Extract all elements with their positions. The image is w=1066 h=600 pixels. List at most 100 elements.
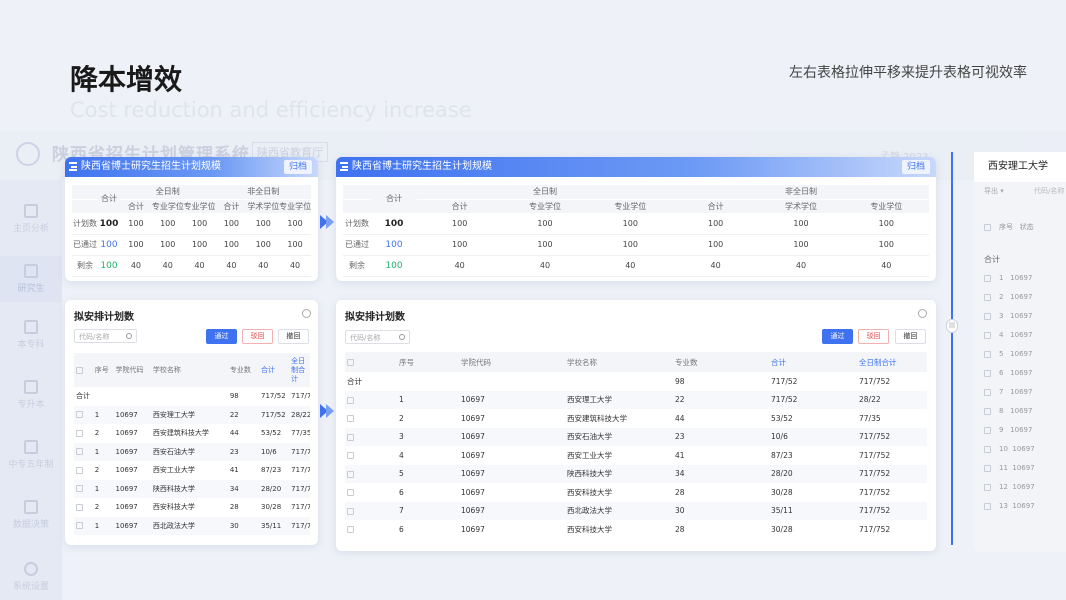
settings-icon[interactable] [918,309,927,318]
search-icon [399,334,405,340]
table-row[interactable]: 2 10697 西安建筑科技大学 44 53/52 77/35 [345,409,927,428]
row-checkbox[interactable] [347,415,354,423]
archive-tag[interactable]: 归档 [283,160,312,174]
search-input[interactable]: 代码/名称 [345,330,410,344]
row-checkbox[interactable] [76,466,83,474]
list-item[interactable]: 10 10697 [984,445,1066,453]
list-item[interactable]: 13 10697 [984,502,1066,510]
row-checkbox[interactable] [347,526,354,534]
table-row: 计划数 100 100 100 100 100 100 100 [72,213,311,235]
table-row[interactable]: 110697陕西科技大学3428/20717/752 [74,479,310,498]
bg-nav-upgrade: 专升本 [0,380,62,410]
row-checkbox[interactable] [347,507,354,515]
list-item[interactable]: 8 10697 [984,407,1066,415]
list-item[interactable]: 12 10697 [984,483,1066,491]
list-item[interactable]: 2 10697 [984,293,1066,301]
list-item[interactable]: 1 10697 [984,274,1066,282]
detail-header-row: 序号 状态 [984,222,1066,232]
slide-note: 左右表格拉伸平移来提升表格可视效率 [789,65,1027,81]
chevron-down-icon: ▾ [1000,187,1004,195]
reject-button[interactable]: 驳回 [242,329,273,344]
arrange-title: 拟安排计划数 [74,312,134,323]
table-row[interactable]: 6 10697 西安科技大学 28 30/28 717/752 [345,483,927,502]
row-checkbox[interactable] [76,448,83,456]
row-checkbox[interactable] [76,485,83,493]
select-all-checkbox[interactable] [76,366,83,374]
table-row[interactable]: 1 10697 西安理工大学 22 717/52 28/22 [74,405,310,424]
arrow-right-icon [326,215,334,229]
list-item[interactable]: 9 10697 [984,426,1066,434]
archive-tag[interactable]: 归档 [901,160,930,174]
detail-sum: 合计 [984,255,1000,264]
slide-subtitle: Cost reduction and efficiency increase [70,98,472,122]
table-row[interactable]: 110697西北政法大学3035/11717/752 [74,516,310,535]
menu-icon [340,162,348,171]
row-checkbox[interactable] [347,433,354,441]
bg-home-icon [24,204,38,218]
table-row[interactable]: 210697西安科技大学2830/28717/752 [74,498,310,517]
row-checkbox[interactable] [347,489,354,497]
reject-button[interactable]: 驳回 [858,329,889,344]
search-input[interactable]: 代码/名称 [74,329,137,343]
plan-scale-table-small: 合计 全日制 非全日制 合计 专业学位 专业学位 合计 学术学位 专业学位 计划数 100 100… [72,185,311,277]
detail-search-input[interactable]: 代码/名称 [1034,186,1066,196]
sum-row: 合计98717/52717/752 [74,387,310,406]
search-icon [126,333,132,339]
table-row: 剩余 100 40 40 40 40 40 40 [343,255,929,277]
detail-panel: 西安理工大学 导出 ▾ 代码/名称 序号 状态 合计 1 10697 2 106… [974,152,1066,552]
row-checkbox[interactable] [347,396,354,404]
list-item[interactable]: 11 10697 [984,464,1066,472]
table-row[interactable]: 5 10697 陕西科技大学 34 28/20 717/752 [345,464,927,483]
approve-button[interactable]: 通过 [822,329,853,344]
bg-logo-icon [16,142,40,166]
row-checkbox[interactable] [347,470,354,478]
table-row[interactable]: 3 10697 西安石油大学 23 10/6 717/752 [345,427,927,446]
bg-sidebar [0,180,62,600]
row-checkbox[interactable] [76,522,83,530]
list-item[interactable]: 7 10697 [984,388,1066,396]
list-item[interactable]: 4 10697 [984,331,1066,339]
arrange-card-large: 拟安排计划数 代码/名称 通过 驳回 撤回 序号 学院代码 学校名称 专业数 合计 全日制… [336,300,936,551]
bg-nav-decision: 数据决策 [0,500,62,530]
table-row: 已通过 100 100 100 100 100 100 100 [343,234,929,256]
table-row[interactable]: 110697西安石油大学2310/6717/752 [74,442,310,461]
bg-nav-undergrad: 本专科 [0,320,62,350]
bg-nav-secondary: 中专五年制 [0,440,62,470]
table-row: 已通过 100 100 100 100 100 100 100 [72,234,311,256]
plan-scale-title: 陕西省博士研究生招生计划规模 [352,161,492,172]
bg-settings-icon [24,562,38,576]
revoke-button[interactable]: 撤回 [895,329,926,344]
revoke-button[interactable]: 撤回 [278,329,309,344]
table-row[interactable]: 4 10697 西安工业大学 41 87/23 717/752 [345,446,927,465]
row-checkbox[interactable] [76,429,83,437]
arrange-card-small: 拟安排计划数 代码/名称 通过 驳回 撤回 序号 学院代码 学校名称 专业数 合计 全日制… [65,300,318,545]
row-checkbox[interactable] [76,411,83,419]
list-item[interactable]: 5 10697 [984,350,1066,358]
detail-title: 西安理工大学 [974,152,1066,182]
plan-scale-header: 陕西省博士研究生招生计划规模 归档 [336,157,936,177]
plan-scale-header: 陕西省博士研究生招生计划规模 归档 [65,157,318,177]
table-row[interactable]: 6 10697 西安科技大学 28 30/28 717/752 [345,520,927,539]
list-item[interactable]: 6 10697 [984,369,1066,377]
bg-chart-icon [24,500,38,514]
bg-undergrad-icon [24,320,38,334]
row-checkbox[interactable] [76,503,83,511]
table-row[interactable]: 210697西安工业大学4187/23717/752 [74,461,310,480]
table-row[interactable]: 2 10697 西安建筑科技大学 44 53/52 77/35 [74,424,310,443]
select-all-checkbox[interactable] [347,359,354,366]
arrow-right-icon [326,404,334,418]
select-all-checkbox[interactable] [984,223,991,231]
drag-handle[interactable]: ||| [946,319,958,333]
table-row: 计划数 100 100 100 100 100 100 100 [343,213,929,235]
table-row[interactable]: 1 10697 西安理工大学 22 717/52 28/22 [345,390,927,409]
table-row[interactable]: 7 10697 西北政法大学 30 35/11 717/752 [345,501,927,520]
arrange-table-large: 序号 学院代码 学校名称 专业数 合计 全日制合计 合计 98 717/52 717/752 1… [345,352,927,539]
row-checkbox[interactable] [347,452,354,460]
bg-secondary-icon [24,440,38,454]
settings-icon[interactable] [302,309,311,318]
sum-row: 合计98717/52717/752 [345,372,927,391]
plan-scale-card-small: 陕西省博士研究生招生计划规模 归档 合计 全日制 非全日制 合计 专业学位 专业学位 合计学… [65,157,318,281]
list-item[interactable]: 3 10697 [984,312,1066,320]
approve-button[interactable]: 通过 [206,329,237,344]
slide-title: 降本增效 [70,63,183,96]
